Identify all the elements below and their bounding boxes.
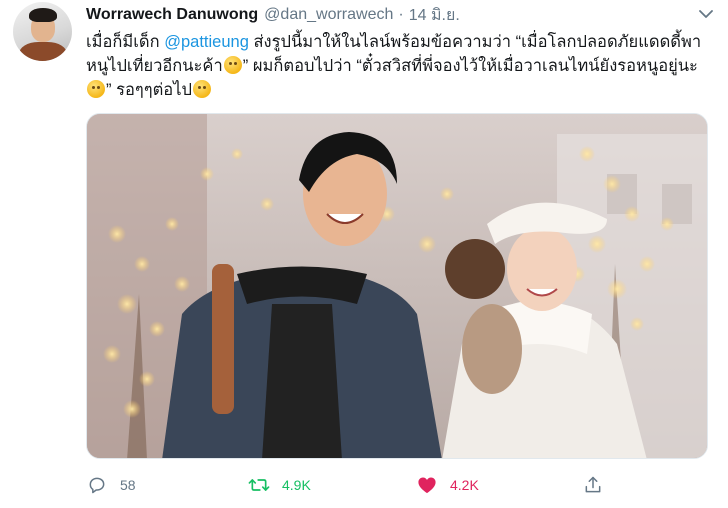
like-button[interactable]: 4.2K bbox=[416, 470, 479, 500]
retweet-count: 4.9K bbox=[282, 477, 311, 493]
retweet-button[interactable]: 4.9K bbox=[248, 470, 311, 500]
heart-icon bbox=[416, 474, 438, 496]
user-handle[interactable]: @dan_worrawech bbox=[264, 6, 393, 24]
smiling-face-emoji bbox=[223, 56, 242, 74]
share-icon bbox=[582, 474, 604, 496]
share-button[interactable] bbox=[582, 470, 604, 500]
avatar-hair-shape bbox=[29, 8, 57, 22]
reply-icon bbox=[86, 474, 108, 496]
tweet-text-segment: ” ผมก็ตอบไปว่า “ตั๋วสวิสที่พี่จองไว้ให้เ… bbox=[242, 57, 698, 75]
chevron-down-icon bbox=[699, 9, 713, 18]
tweet-actions: 58 4.9K 4.2K bbox=[86, 470, 616, 500]
tweet-text-segment: เมื่อก็มีเด็ก bbox=[86, 33, 165, 51]
like-count: 4.2K bbox=[450, 477, 479, 493]
reply-button[interactable]: 58 bbox=[86, 470, 136, 500]
grinning-face-sweat-emoji bbox=[192, 80, 211, 98]
grinning-squinting-face-emoji bbox=[87, 80, 105, 98]
separator-dot: · bbox=[398, 6, 404, 23]
photo-couple-winter-lights bbox=[87, 114, 707, 458]
tweet-header: Worrawech Danuwong @dan_worrawech · 14 ม… bbox=[86, 4, 460, 26]
more-options-button[interactable] bbox=[696, 4, 716, 24]
tweet-photo[interactable] bbox=[86, 113, 708, 459]
retweet-icon bbox=[248, 474, 270, 496]
reply-count: 58 bbox=[120, 477, 136, 493]
tweet-text-segment: ” รอๆๆต่อไป bbox=[106, 81, 192, 99]
tweet-date[interactable]: 14 มิ.ย. bbox=[409, 3, 460, 28]
mention-link[interactable]: @pattieung bbox=[164, 33, 249, 51]
display-name[interactable]: Worrawech Danuwong bbox=[86, 6, 258, 24]
avatar[interactable] bbox=[13, 2, 72, 61]
avatar-body-shape bbox=[19, 42, 67, 61]
tweet[interactable]: Worrawech Danuwong @dan_worrawech · 14 ม… bbox=[0, 0, 728, 508]
tweet-text: เมื่อก็มีเด็ก @pattieung ส่งรูปนี้มาให้ใ… bbox=[86, 30, 711, 102]
